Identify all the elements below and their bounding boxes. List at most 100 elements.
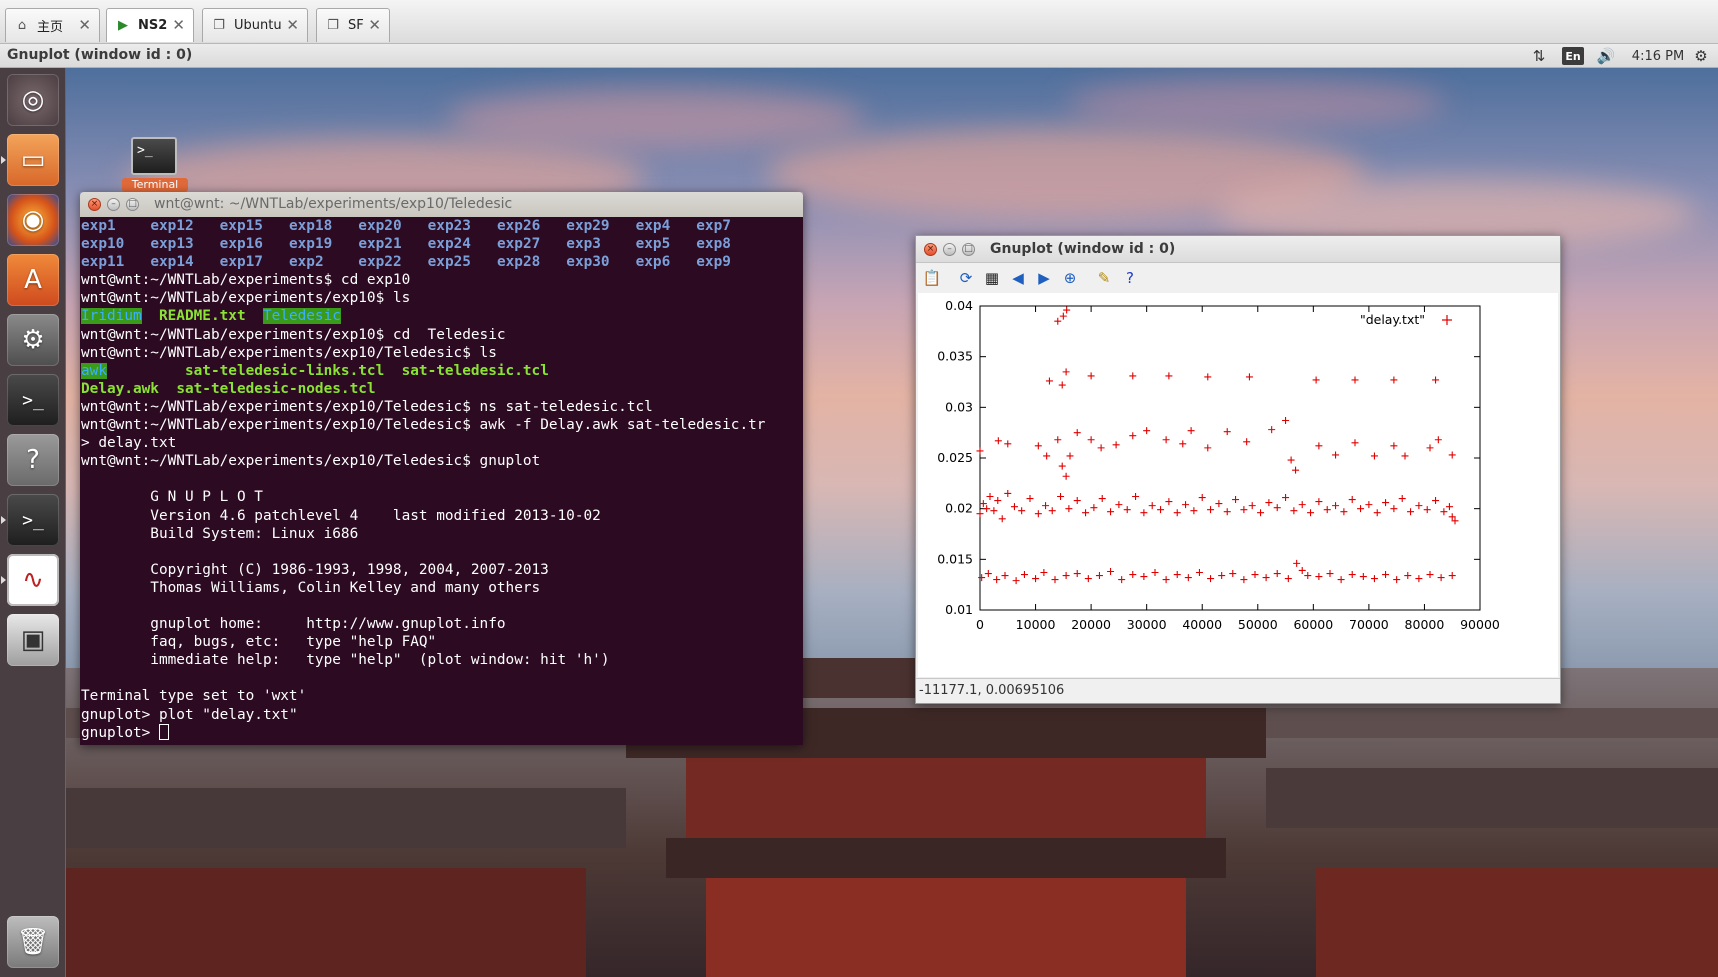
- close-icon[interactable]: ✕: [368, 17, 381, 33]
- replot-icon[interactable]: ⟳: [956, 268, 976, 288]
- data-point: [1287, 456, 1295, 464]
- ls-entry: Iridium: [81, 308, 142, 325]
- data-point: [1073, 429, 1081, 437]
- data-point: [1415, 502, 1423, 510]
- autoscale-icon[interactable]: ⊕: [1060, 268, 1080, 288]
- data-point: [1370, 575, 1378, 583]
- input-method-indicator[interactable]: En: [1562, 47, 1584, 65]
- minimize-button[interactable]: –: [943, 243, 956, 256]
- maximize-button[interactable]: □: [962, 243, 975, 256]
- zoom-prev-icon[interactable]: ◀: [1008, 268, 1028, 288]
- terminal-line: wnt@wnt:~/WNTLab/experiments/exp10/Teled…: [81, 417, 766, 434]
- network-icon[interactable]: ⇅: [1528, 46, 1550, 66]
- plot-area[interactable]: 0 10000 20000 30000 40000 50000 60000 70000 8000…: [918, 293, 1558, 677]
- data-point: [1232, 496, 1240, 504]
- terminal-window[interactable]: × – □ wnt@wnt: ~/WNTLab/experiments/exp1…: [80, 192, 803, 745]
- data-point: [1157, 506, 1165, 514]
- desktop-icon-label[interactable]: Terminal: [122, 178, 188, 192]
- terminal-output[interactable]: exp1 exp12 exp15 exp18 exp20 exp23 exp26…: [80, 217, 803, 745]
- dash-home-icon[interactable]: ◎: [7, 74, 59, 126]
- gnuplot-window[interactable]: × – □ Gnuplot (window id : 0) 📋 ⟳ ▦ ◀ ▶ ⊕ ✎? 0…: [915, 235, 1561, 704]
- close-button[interactable]: ×: [88, 198, 101, 211]
- data-point: [1373, 509, 1381, 517]
- ls-dir-entry: exp26: [496, 218, 541, 234]
- data-point: [1198, 494, 1206, 502]
- data-point: [1165, 372, 1173, 380]
- data-point: [1351, 376, 1359, 384]
- data-point: [1332, 451, 1340, 459]
- data-point: [1054, 317, 1062, 325]
- gnuplot-titlebar[interactable]: × – □ Gnuplot (window id : 0): [916, 236, 1560, 263]
- data-point: [990, 507, 998, 515]
- disk-icon[interactable]: ▣: [7, 614, 59, 666]
- close-icon[interactable]: ✕: [286, 17, 299, 33]
- terminal-icon[interactable]: >_: [7, 374, 59, 426]
- trash-icon[interactable]: 🗑: [7, 916, 59, 968]
- data-point: [1304, 572, 1312, 580]
- data-point: [976, 447, 984, 455]
- data-point: [1115, 501, 1123, 509]
- x-tick-label: 0: [976, 617, 984, 632]
- data-point: [1315, 573, 1323, 581]
- y-tick-label: 0.01: [945, 602, 973, 617]
- ls-dir-entry: exp6: [635, 254, 671, 271]
- data-point: [1382, 499, 1390, 507]
- help-icon[interactable]: ?: [1120, 268, 1140, 288]
- terminal-input-line[interactable]: gnuplot>: [81, 723, 803, 742]
- volume-icon[interactable]: 🔊: [1594, 46, 1618, 66]
- data-point: [1390, 442, 1398, 450]
- data-point: [1401, 452, 1409, 460]
- close-icon[interactable]: ✕: [78, 17, 91, 33]
- data-point: [1448, 451, 1456, 459]
- terminal-line: Build System: Linux i686: [81, 525, 359, 542]
- terminal-titlebar[interactable]: × – □ wnt@wnt: ~/WNTLab/experiments/exp1…: [80, 192, 803, 217]
- ls-dir-entry: exp27: [496, 236, 541, 253]
- software-center-icon[interactable]: A: [7, 254, 59, 306]
- data-point: [1432, 497, 1440, 505]
- minimize-button[interactable]: –: [107, 198, 120, 211]
- tab-home[interactable]: ⌂ 主页 ✕: [5, 8, 100, 42]
- tab-ubuntu[interactable]: ❐ Ubuntu ✕: [202, 8, 308, 42]
- data-point: [1337, 576, 1345, 584]
- ls-dir-entry: exp30: [566, 254, 610, 271]
- files-icon[interactable]: ▭: [7, 134, 59, 186]
- close-button[interactable]: ×: [924, 243, 937, 256]
- data-point: [1034, 442, 1042, 450]
- clock[interactable]: 4:16 PM: [1630, 46, 1686, 66]
- data-point: [1315, 498, 1323, 506]
- data-point: [1123, 506, 1131, 514]
- delay-scatter-plot[interactable]: 0 10000 20000 30000 40000 50000 60000 70000 8000…: [918, 293, 1558, 677]
- settings-icon[interactable]: ✎: [1094, 268, 1114, 288]
- data-point: [1268, 426, 1276, 434]
- data-point: [1273, 570, 1281, 578]
- data-point: [979, 500, 987, 508]
- data-point: [1290, 507, 1298, 515]
- data-point: [1090, 504, 1098, 512]
- terminal-icon[interactable]: >_: [131, 137, 177, 175]
- help-icon[interactable]: ?: [7, 434, 59, 486]
- data-point: [1098, 495, 1106, 503]
- data-point: [1190, 507, 1198, 515]
- data-point: [1004, 440, 1012, 448]
- terminal-icon[interactable]: >_: [7, 494, 59, 546]
- maximize-button[interactable]: □: [126, 198, 139, 211]
- gear-icon[interactable]: ⚙: [1690, 46, 1712, 66]
- gnuplot-toolbar: 📋 ⟳ ▦ ◀ ▶ ⊕ ✎?: [916, 263, 1560, 293]
- vm-icon: ❐: [213, 18, 225, 33]
- data-point: [1426, 571, 1434, 579]
- data-point: [1404, 572, 1412, 580]
- data-point: [1293, 559, 1301, 567]
- gnuplot-icon[interactable]: ∿: [7, 554, 59, 606]
- tab-sf[interactable]: ❐ SF ✕: [316, 8, 390, 42]
- grid-icon[interactable]: ▦: [982, 268, 1002, 288]
- ls-dir-entry: exp22: [358, 254, 402, 271]
- close-icon[interactable]: ✕: [172, 17, 185, 33]
- zoom-next-icon[interactable]: ▶: [1034, 268, 1054, 288]
- data-point: [1307, 509, 1315, 517]
- copy-to-clipboard-icon[interactable]: 📋: [922, 268, 942, 288]
- y-tick-label: 0.025: [937, 450, 973, 465]
- system-settings-icon[interactable]: ⚙: [7, 314, 59, 366]
- firefox-icon[interactable]: ◉: [7, 194, 59, 246]
- tab-ns2[interactable]: ▶ NS2 ✕: [106, 8, 194, 42]
